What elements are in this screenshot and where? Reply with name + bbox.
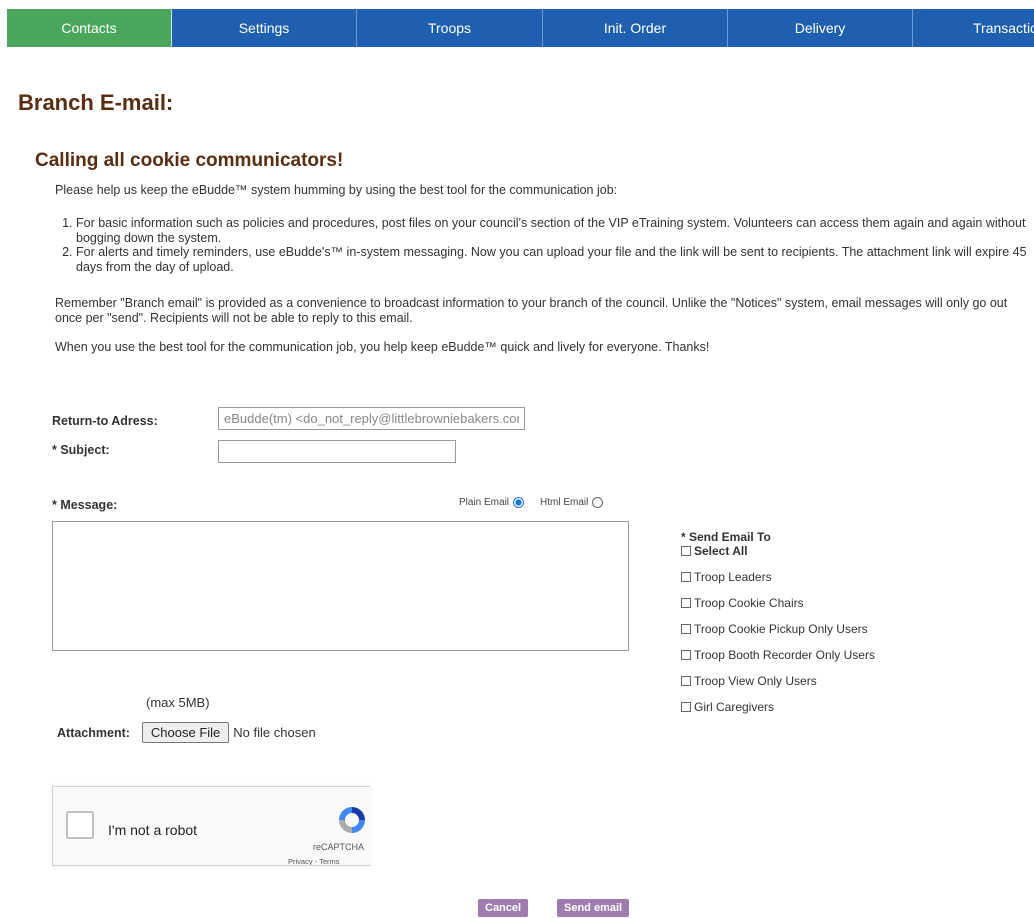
section-heading: Calling all cookie communicators! xyxy=(35,150,344,171)
recipient-checkbox[interactable] xyxy=(681,598,691,608)
remember-text: Remember "Branch email" is provided as a… xyxy=(55,296,1008,325)
select-all-label: Select All xyxy=(694,544,748,558)
recipient-option[interactable]: Troop Cookie Chairs xyxy=(681,590,875,616)
select-all-option[interactable]: Select All xyxy=(681,544,875,558)
tab-init-order[interactable]: Init. Order xyxy=(543,9,728,47)
recipient-label: Troop Cookie Pickup Only Users xyxy=(694,622,868,636)
select-all-checkbox[interactable] xyxy=(681,546,691,556)
recipient-checkbox[interactable] xyxy=(681,624,691,634)
no-file-text: No file chosen xyxy=(233,725,316,740)
return-address-label: Return-to Adress: xyxy=(52,414,158,428)
recipient-checkbox[interactable] xyxy=(681,572,691,582)
tab-contacts[interactable]: Contacts xyxy=(7,9,172,47)
recaptcha-widget: I'm not a robot reCAPTCHA Privacy - Term… xyxy=(52,786,370,866)
subject-input[interactable] xyxy=(218,440,456,463)
guidance-list: For basic information such as policies a… xyxy=(55,216,1031,274)
send-email-button[interactable]: Send email xyxy=(557,899,630,917)
plain-email-radio[interactable] xyxy=(513,497,525,508)
recipient-option[interactable]: Troop Booth Recorder Only Users xyxy=(681,642,875,668)
captcha-links[interactable]: Privacy - Terms xyxy=(288,857,340,865)
tab-delivery[interactable]: Delivery xyxy=(728,9,913,47)
page-title: Branch E-mail: xyxy=(18,90,174,115)
send-to-heading: * Send Email To xyxy=(681,530,771,544)
html-email-label: Html Email xyxy=(540,497,589,508)
plain-email-label: Plain Email xyxy=(459,497,510,508)
attachment-label: Attachment: xyxy=(57,725,130,740)
top-nav: Contacts Settings Troops Init. Order Del… xyxy=(7,9,1034,47)
choose-file-button[interactable]: Choose File xyxy=(141,722,230,743)
recipient-checkbox[interactable] xyxy=(681,650,691,660)
recipient-label: Troop Leaders xyxy=(694,570,772,584)
list-item: For alerts and timely reminders, use eBu… xyxy=(76,245,1031,274)
return-address-input[interactable] xyxy=(218,407,525,430)
captcha-checkbox[interactable] xyxy=(66,811,94,839)
recipient-label: Girl Caregivers xyxy=(694,700,775,714)
email-format-options: Plain Email Html Email xyxy=(459,497,604,508)
tab-troops[interactable]: Troops xyxy=(357,9,543,47)
send-to-panel: * Send Email To Select All Troop Leaders… xyxy=(681,530,875,720)
recipient-checkbox[interactable] xyxy=(681,676,691,686)
recaptcha-logo-icon xyxy=(339,807,365,833)
tab-transactions[interactable]: Transactions xyxy=(913,9,1034,47)
html-email-radio[interactable] xyxy=(592,497,604,508)
recipient-option[interactable]: Girl Caregivers xyxy=(681,694,875,720)
recipient-checkbox[interactable] xyxy=(681,702,691,712)
attachment-row: Attachment: Choose File No file chosen xyxy=(57,722,316,743)
message-textarea[interactable] xyxy=(52,521,629,651)
intro-text: Please help us keep the eBudde™ system h… xyxy=(55,183,618,197)
closing-text: When you use the best tool for the commu… xyxy=(55,340,710,354)
captcha-brand: reCAPTCHA xyxy=(313,842,365,852)
captcha-label: I'm not a robot xyxy=(108,822,198,838)
recipient-option[interactable]: Troop Leaders xyxy=(681,564,875,590)
subject-label: * Subject: xyxy=(52,443,110,457)
tab-settings[interactable]: Settings xyxy=(172,9,357,47)
max-size-note: (max 5MB) xyxy=(146,695,210,710)
cancel-button[interactable]: Cancel xyxy=(478,899,529,917)
recipient-label: Troop Booth Recorder Only Users xyxy=(694,648,875,662)
recipient-option[interactable]: Troop View Only Users xyxy=(681,668,875,694)
recipient-label: Troop View Only Users xyxy=(694,674,817,688)
recipient-option[interactable]: Troop Cookie Pickup Only Users xyxy=(681,616,875,642)
list-item: For basic information such as policies a… xyxy=(76,216,1031,245)
message-label: * Message: xyxy=(52,498,118,512)
recipient-label: Troop Cookie Chairs xyxy=(694,596,804,610)
